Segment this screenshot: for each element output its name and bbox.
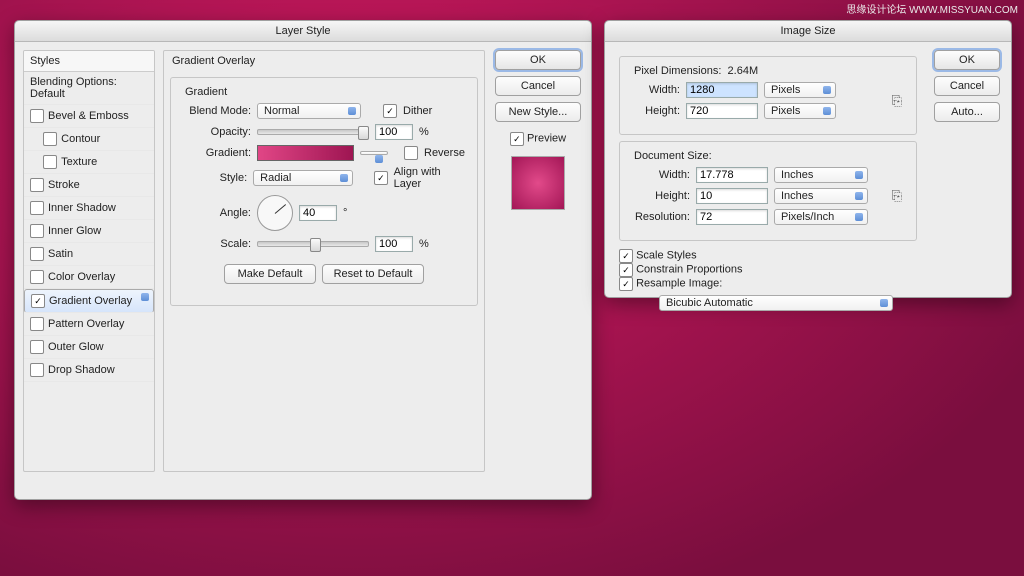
checkbox-icon[interactable] [30, 201, 44, 215]
preview-swatch [511, 156, 565, 210]
constrain-label: Constrain Proportions [636, 264, 742, 276]
scale-label: Scale: [181, 238, 251, 250]
ok-button[interactable]: OK [495, 50, 581, 70]
style-item-satin[interactable]: Satin [24, 243, 154, 266]
styles-header: Styles [24, 51, 154, 72]
px-width-unit[interactable]: Pixels [764, 82, 836, 98]
doc-width-label: Width: [630, 169, 690, 181]
style-select[interactable]: Radial [253, 170, 353, 186]
reverse-label: Reverse [424, 147, 465, 159]
checkbox-icon[interactable] [43, 132, 57, 146]
opacity-input[interactable] [375, 124, 413, 140]
checkbox-icon[interactable] [30, 270, 44, 284]
checkbox-icon[interactable] [30, 247, 44, 261]
doc-width-unit[interactable]: Inches [774, 167, 868, 183]
doc-height-unit[interactable]: Inches [774, 188, 868, 204]
doc-height-label: Height: [630, 190, 690, 202]
style-item-contour[interactable]: Contour [24, 128, 154, 151]
resample-checkbox[interactable]: ✓ [619, 277, 633, 291]
px-height-unit[interactable]: Pixels [764, 103, 836, 119]
doc-height-input[interactable] [696, 188, 768, 204]
right-buttons: OK Cancel New Style... ✓ Preview [493, 50, 583, 472]
style-item-inner-glow[interactable]: Inner Glow [24, 220, 154, 243]
style-item-color-overlay[interactable]: Color Overlay [24, 266, 154, 289]
angle-dial[interactable] [257, 195, 293, 231]
px-height-input[interactable] [686, 103, 758, 119]
angle-label: Angle: [181, 207, 251, 219]
reset-default-button[interactable]: Reset to Default [322, 264, 424, 284]
checkbox-icon[interactable] [30, 317, 44, 331]
style-item-inner-shadow[interactable]: Inner Shadow [24, 197, 154, 220]
gradient-label: Gradient: [181, 147, 251, 159]
px-width-label: Width: [630, 84, 680, 96]
image-size-dialog: Image Size Pixel Dimensions: 2.64M Width… [604, 20, 1012, 298]
reverse-checkbox[interactable] [404, 146, 418, 160]
align-label: Align with Layer [394, 166, 467, 190]
style-item-drop-shadow[interactable]: Drop Shadow [24, 359, 154, 382]
watermark: 思缘设计论坛 WWW.MISSYUAN.COM [846, 1, 1018, 16]
section-title: Gradient Overlay [164, 51, 484, 71]
res-unit[interactable]: Pixels/Inch [774, 209, 868, 225]
scale-styles-label: Scale Styles [636, 250, 697, 262]
dither-checkbox[interactable]: ✓ [383, 104, 397, 118]
auto-button[interactable]: Auto... [934, 102, 1000, 122]
style-item-bevel-emboss[interactable]: Bevel & Emboss [24, 105, 154, 128]
preview-label: Preview [527, 133, 566, 145]
pixel-dims-value: 2.64M [728, 65, 759, 77]
style-label: Style: [181, 172, 247, 184]
checkbox-icon[interactable] [30, 109, 44, 123]
ok-button[interactable]: OK [934, 50, 1000, 70]
resample-method-select[interactable]: Bicubic Automatic [659, 295, 893, 311]
gradient-overlay-panel: Gradient Overlay Gradient Blend Mode: Nor… [163, 50, 485, 472]
opacity-slider[interactable] [257, 129, 369, 135]
checkbox-icon[interactable]: ✓ [31, 294, 45, 308]
new-style-button[interactable]: New Style... [495, 102, 581, 122]
checkbox-icon[interactable] [30, 224, 44, 238]
gradient-swatch[interactable] [257, 145, 354, 161]
layer-style-dialog: Layer Style Styles Blending Options: Def… [14, 20, 592, 500]
style-item-stroke[interactable]: Stroke [24, 174, 154, 197]
dither-label: Dither [403, 105, 432, 117]
link-icon: ⎘ [888, 93, 906, 109]
blending-options-row[interactable]: Blending Options: Default [24, 72, 154, 105]
blend-mode-label: Blend Mode: [181, 105, 251, 117]
image-size-buttons: OK Cancel Auto... [931, 50, 1003, 313]
checkbox-icon[interactable] [43, 155, 57, 169]
styles-list: Styles Blending Options: Default Bevel &… [23, 50, 155, 472]
px-width-input[interactable] [686, 82, 758, 98]
checkbox-icon[interactable] [30, 363, 44, 377]
style-item-gradient-overlay[interactable]: ✓Gradient Overlay [24, 289, 154, 313]
image-size-title: Image Size [605, 21, 1011, 42]
layer-style-title: Layer Style [15, 21, 591, 42]
checkbox-icon[interactable] [30, 340, 44, 354]
cancel-button[interactable]: Cancel [495, 76, 581, 96]
angle-input[interactable] [299, 205, 337, 221]
doc-size-label: Document Size: [630, 150, 716, 162]
style-item-outer-glow[interactable]: Outer Glow [24, 336, 154, 359]
link-icon: ⎘ [888, 188, 906, 204]
doc-width-input[interactable] [696, 167, 768, 183]
constrain-checkbox[interactable]: ✓ [619, 263, 633, 277]
style-item-pattern-overlay[interactable]: Pattern Overlay [24, 313, 154, 336]
align-checkbox[interactable]: ✓ [374, 171, 387, 185]
scale-slider[interactable] [257, 241, 369, 247]
pixel-dims-label: Pixel Dimensions: [634, 65, 721, 77]
preview-checkbox[interactable]: ✓ [510, 132, 524, 146]
make-default-button[interactable]: Make Default [224, 264, 316, 284]
blend-mode-select[interactable]: Normal [257, 103, 361, 119]
res-input[interactable] [696, 209, 768, 225]
res-label: Resolution: [630, 211, 690, 223]
gradient-group-label: Gradient [181, 86, 231, 98]
px-height-label: Height: [630, 105, 680, 117]
scale-styles-checkbox[interactable]: ✓ [619, 249, 633, 263]
gradient-picker-icon[interactable] [360, 151, 388, 155]
opacity-label: Opacity: [181, 126, 251, 138]
scale-input[interactable] [375, 236, 413, 252]
resample-label: Resample Image: [636, 278, 722, 290]
checkbox-icon[interactable] [30, 178, 44, 192]
cancel-button[interactable]: Cancel [934, 76, 1000, 96]
style-item-texture[interactable]: Texture [24, 151, 154, 174]
